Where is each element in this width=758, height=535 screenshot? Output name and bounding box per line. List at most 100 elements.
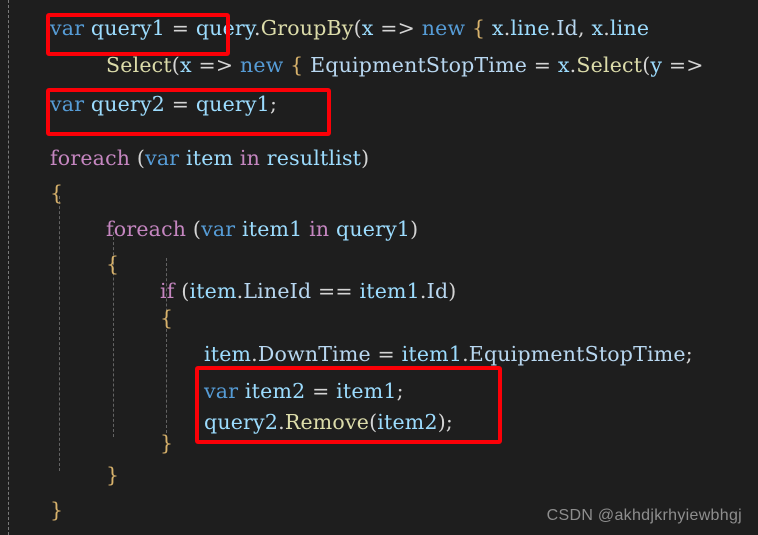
token: => — [380, 16, 416, 40]
token: foreach — [50, 146, 131, 170]
token: item — [204, 342, 252, 366]
token: ; — [685, 342, 693, 366]
token: } — [50, 498, 64, 522]
token: var — [201, 217, 236, 241]
code-line-4[interactable]: { — [0, 175, 63, 212]
token: = — [312, 379, 330, 403]
token: line — [609, 16, 650, 40]
token: { — [290, 53, 304, 77]
token: item — [186, 146, 234, 170]
token: ) — [361, 146, 370, 170]
token: item1 — [242, 217, 303, 241]
token: query1 — [336, 217, 411, 241]
token: item1 — [359, 279, 420, 303]
token: var — [204, 379, 239, 403]
token: x — [491, 16, 504, 40]
token: ; — [445, 410, 454, 434]
token: . — [278, 410, 285, 434]
token: new — [421, 16, 466, 40]
token: . — [419, 279, 427, 303]
token: . — [253, 16, 261, 40]
token: foreach — [106, 217, 187, 241]
token: LineId — [243, 279, 312, 303]
token: var — [50, 92, 85, 116]
token: = — [171, 92, 190, 116]
token: = — [377, 342, 395, 366]
token: x — [361, 16, 374, 40]
code-line-8[interactable]: { — [0, 300, 173, 337]
token: { — [471, 16, 486, 40]
code-line-5[interactable]: foreach (var item1 in query1) — [0, 211, 418, 248]
token: ; — [269, 92, 278, 116]
token: var — [50, 16, 85, 40]
code-editor-screenshot: var query1 = query.GroupBy(x => new { x.… — [0, 0, 758, 535]
token: ) — [448, 279, 457, 303]
token: => — [668, 53, 704, 77]
token: in — [309, 217, 330, 241]
token: in — [239, 146, 261, 170]
token: EquipmentStopTime — [310, 53, 528, 77]
token: Remove — [284, 410, 370, 434]
token: query — [195, 16, 254, 40]
code-line-14[interactable]: } — [0, 492, 63, 529]
token: { — [160, 306, 174, 330]
token: query1 — [90, 16, 166, 40]
token: => — [198, 53, 234, 77]
token: ) — [437, 410, 446, 434]
token: { — [50, 181, 64, 205]
token: Select — [576, 53, 643, 77]
token: ( — [171, 53, 180, 77]
token: Id — [426, 279, 449, 303]
code-block[interactable]: var query1 = query.GroupBy(x => new { x.… — [0, 0, 758, 535]
token: x — [557, 53, 570, 77]
token: Select — [106, 53, 172, 77]
token: item2 — [244, 379, 306, 403]
token: = — [533, 53, 552, 77]
token: query1 — [195, 92, 270, 116]
token: = — [171, 16, 190, 40]
token: } — [106, 463, 120, 487]
token: item — [189, 279, 237, 303]
code-line-2[interactable]: var query2 = query1; — [0, 86, 277, 123]
code-line-0[interactable]: var query1 = query.GroupBy(x => new { x.… — [0, 10, 649, 47]
token: EquipmentStopTime — [468, 342, 686, 366]
token: query2 — [90, 92, 166, 116]
token: line — [510, 16, 550, 40]
code-line-1[interactable]: Select(x => new { EquipmentStopTime = x.… — [0, 47, 704, 84]
token: , — [578, 16, 585, 40]
token: y — [650, 53, 663, 77]
token: DownTime — [257, 342, 371, 366]
code-line-3[interactable]: foreach (var item in resultlist) — [0, 140, 369, 177]
token: Id — [556, 16, 578, 40]
token: x — [591, 16, 604, 40]
code-line-9[interactable]: item.DownTime = item1.EquipmentStopTime; — [0, 336, 693, 373]
code-line-13[interactable]: } — [0, 457, 119, 494]
token: ( — [136, 146, 146, 170]
token: . — [251, 342, 258, 366]
token: . — [603, 16, 610, 40]
token: var — [145, 146, 180, 170]
token: == — [318, 279, 353, 303]
token: ( — [192, 217, 202, 241]
token: item2 — [377, 410, 438, 434]
